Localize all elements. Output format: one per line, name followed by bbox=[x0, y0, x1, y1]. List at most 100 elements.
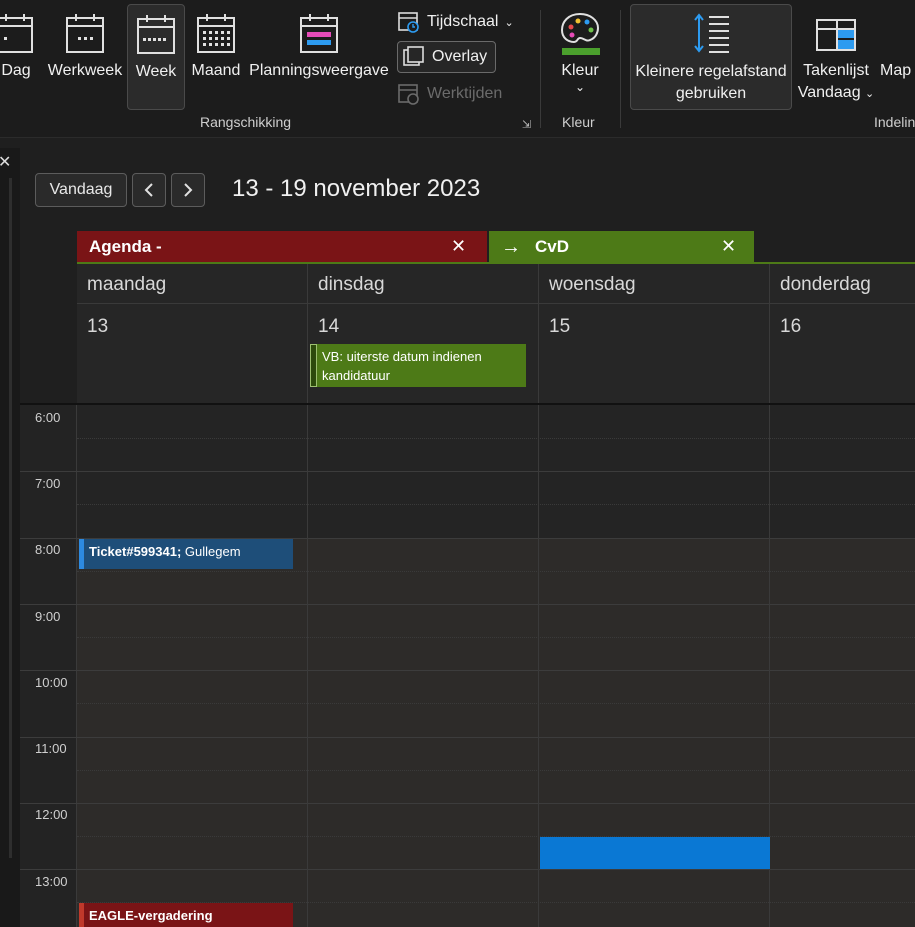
previous-week-button[interactable] bbox=[132, 173, 166, 207]
chevron-right-icon bbox=[184, 183, 193, 197]
time-label: 13:00 bbox=[35, 874, 68, 889]
half-hour-line bbox=[77, 703, 915, 704]
close-icon[interactable]: ✕ bbox=[451, 236, 466, 257]
calendar-tab-agenda[interactable]: Agenda - ✕ bbox=[77, 231, 487, 263]
ribbon: Dag Werkweek Week Maand Planningsweergav… bbox=[0, 0, 915, 138]
event-ticket[interactable]: Ticket#599341; Gullegem bbox=[79, 539, 293, 569]
work-hours-icon bbox=[398, 84, 419, 105]
view-schedule-label: Planningsweergave bbox=[249, 62, 389, 79]
overlay-button[interactable]: Overlay bbox=[397, 41, 497, 73]
corner-cell bbox=[20, 264, 77, 404]
group-arrange-label: Rangschikking bbox=[200, 114, 292, 130]
compact-spacing-button[interactable]: Kleinere regelafstand gebruiken bbox=[630, 4, 792, 110]
view-week-button[interactable]: Week bbox=[127, 4, 185, 110]
half-hour-line bbox=[77, 438, 915, 439]
chevron-down-icon: ⌄ bbox=[574, 80, 586, 94]
day-number: 15 bbox=[549, 316, 571, 337]
pane-scrollbar[interactable] bbox=[9, 178, 12, 858]
overlay-icon bbox=[403, 46, 424, 66]
ribbon-separator bbox=[540, 10, 541, 128]
compact-spacing-line2: gebruiken bbox=[675, 85, 747, 102]
column-divider bbox=[538, 405, 539, 927]
tasklist-line2: Vandaag ⌄ bbox=[797, 84, 875, 101]
ribbon-separator bbox=[620, 10, 621, 128]
work-hours-label: Werktijden bbox=[427, 85, 503, 102]
close-icon[interactable]: ✕ bbox=[0, 152, 11, 172]
hour-line bbox=[20, 803, 915, 804]
time-label: 6:00 bbox=[35, 410, 61, 425]
work-hours-button[interactable]: Werktijden bbox=[397, 80, 502, 108]
half-hour-line bbox=[77, 637, 915, 638]
half-hour-line bbox=[77, 504, 915, 505]
chevron-down-icon: ⌄ bbox=[504, 16, 514, 29]
day-number: 14 bbox=[318, 316, 340, 337]
color-button[interactable]: Kleur ⌄ bbox=[552, 4, 608, 110]
event-title: VB: uiterste datum indienen kandidatuur bbox=[322, 349, 482, 383]
time-label: 7:00 bbox=[35, 476, 61, 491]
calendar-tab-cvd[interactable]: → CvD ✕ bbox=[489, 231, 754, 263]
half-hour-line bbox=[77, 571, 915, 572]
hour-line bbox=[20, 869, 915, 870]
hour-line bbox=[20, 737, 915, 738]
hour-line bbox=[20, 604, 915, 605]
event-blue-block[interactable] bbox=[540, 837, 770, 869]
time-label: 10:00 bbox=[35, 675, 68, 690]
view-workweek-button[interactable]: Werkweek bbox=[46, 4, 124, 110]
tasklist-button[interactable]: Takenlijst Vandaag ⌄ bbox=[796, 4, 876, 110]
group-layout-label: Indelin bbox=[874, 114, 915, 130]
header-divider bbox=[77, 303, 915, 304]
calendar-tab-agenda-label: Agenda - bbox=[89, 237, 162, 256]
event-accent bbox=[79, 903, 84, 927]
folder-pane-collapsed: ✕ bbox=[0, 148, 20, 927]
time-scale-icon bbox=[398, 12, 419, 33]
arrow-right-icon: → bbox=[501, 235, 521, 258]
time-scale-label: Tijdschaal bbox=[427, 13, 499, 30]
tasklist-icon bbox=[815, 4, 857, 56]
day-number: 13 bbox=[87, 316, 109, 337]
event-location: Gullegem bbox=[181, 544, 241, 559]
half-hour-line bbox=[77, 836, 915, 837]
dialog-launcher-icon[interactable]: ⇲ bbox=[522, 118, 531, 131]
compact-spacing-label: Kleinere regelafstand gebruiken bbox=[635, 61, 786, 105]
day-name: donderdag bbox=[780, 274, 871, 295]
day-number: 16 bbox=[780, 316, 802, 337]
date-range-title: 13 - 19 november 2023 bbox=[232, 175, 481, 202]
hour-line bbox=[20, 670, 915, 671]
chevron-left-icon bbox=[144, 183, 153, 197]
close-icon[interactable]: ✕ bbox=[721, 236, 736, 257]
view-month-label: Maand bbox=[191, 62, 241, 79]
half-hour-line bbox=[77, 770, 915, 771]
tasklist-line1: Takenlijst bbox=[803, 62, 869, 79]
today-button[interactable]: Vandaag bbox=[35, 173, 127, 207]
chevron-down-icon: ⌄ bbox=[865, 88, 875, 100]
event-eagle[interactable]: EAGLE-vergadering bbox=[79, 903, 293, 927]
event-allday-tuesday[interactable]: VB: uiterste datum indienen kandidatuur bbox=[310, 344, 526, 387]
next-week-button[interactable] bbox=[171, 173, 205, 207]
map-label: Map bbox=[880, 62, 912, 79]
event-title: Ticket#599341; bbox=[89, 544, 182, 559]
day-header-wednesday[interactable]: woensdag 15 bbox=[539, 264, 770, 404]
view-schedule-button[interactable]: Planningsweergave bbox=[248, 4, 390, 110]
view-week-label: Week bbox=[135, 63, 177, 80]
overlay-label: Overlay bbox=[432, 48, 488, 65]
map-button[interactable]: Map bbox=[880, 4, 915, 110]
time-scale-dropdown[interactable]: Tijdschaal ⌄ bbox=[397, 8, 514, 36]
time-label: 9:00 bbox=[35, 609, 61, 624]
palette-icon bbox=[558, 4, 602, 56]
day-name: woensdag bbox=[549, 274, 636, 295]
view-workweek-label: Werkweek bbox=[47, 62, 123, 79]
view-day-button[interactable]: Dag bbox=[0, 4, 38, 110]
day-header-monday[interactable]: maandag 13 bbox=[77, 264, 308, 404]
hour-line bbox=[20, 471, 915, 472]
time-label: 12:00 bbox=[35, 807, 68, 822]
day-header-thursday[interactable]: donderdag 16 bbox=[770, 264, 915, 404]
event-title: EAGLE-vergadering bbox=[89, 908, 213, 923]
view-month-button[interactable]: Maand bbox=[188, 4, 244, 110]
group-color-label: Kleur bbox=[562, 114, 595, 130]
event-accent bbox=[310, 344, 317, 387]
day-name: maandag bbox=[87, 274, 167, 295]
calendar-week-icon bbox=[135, 5, 177, 57]
column-divider bbox=[307, 405, 308, 927]
day-name: dinsdag bbox=[318, 274, 385, 295]
calendar-day-icon bbox=[0, 4, 36, 56]
